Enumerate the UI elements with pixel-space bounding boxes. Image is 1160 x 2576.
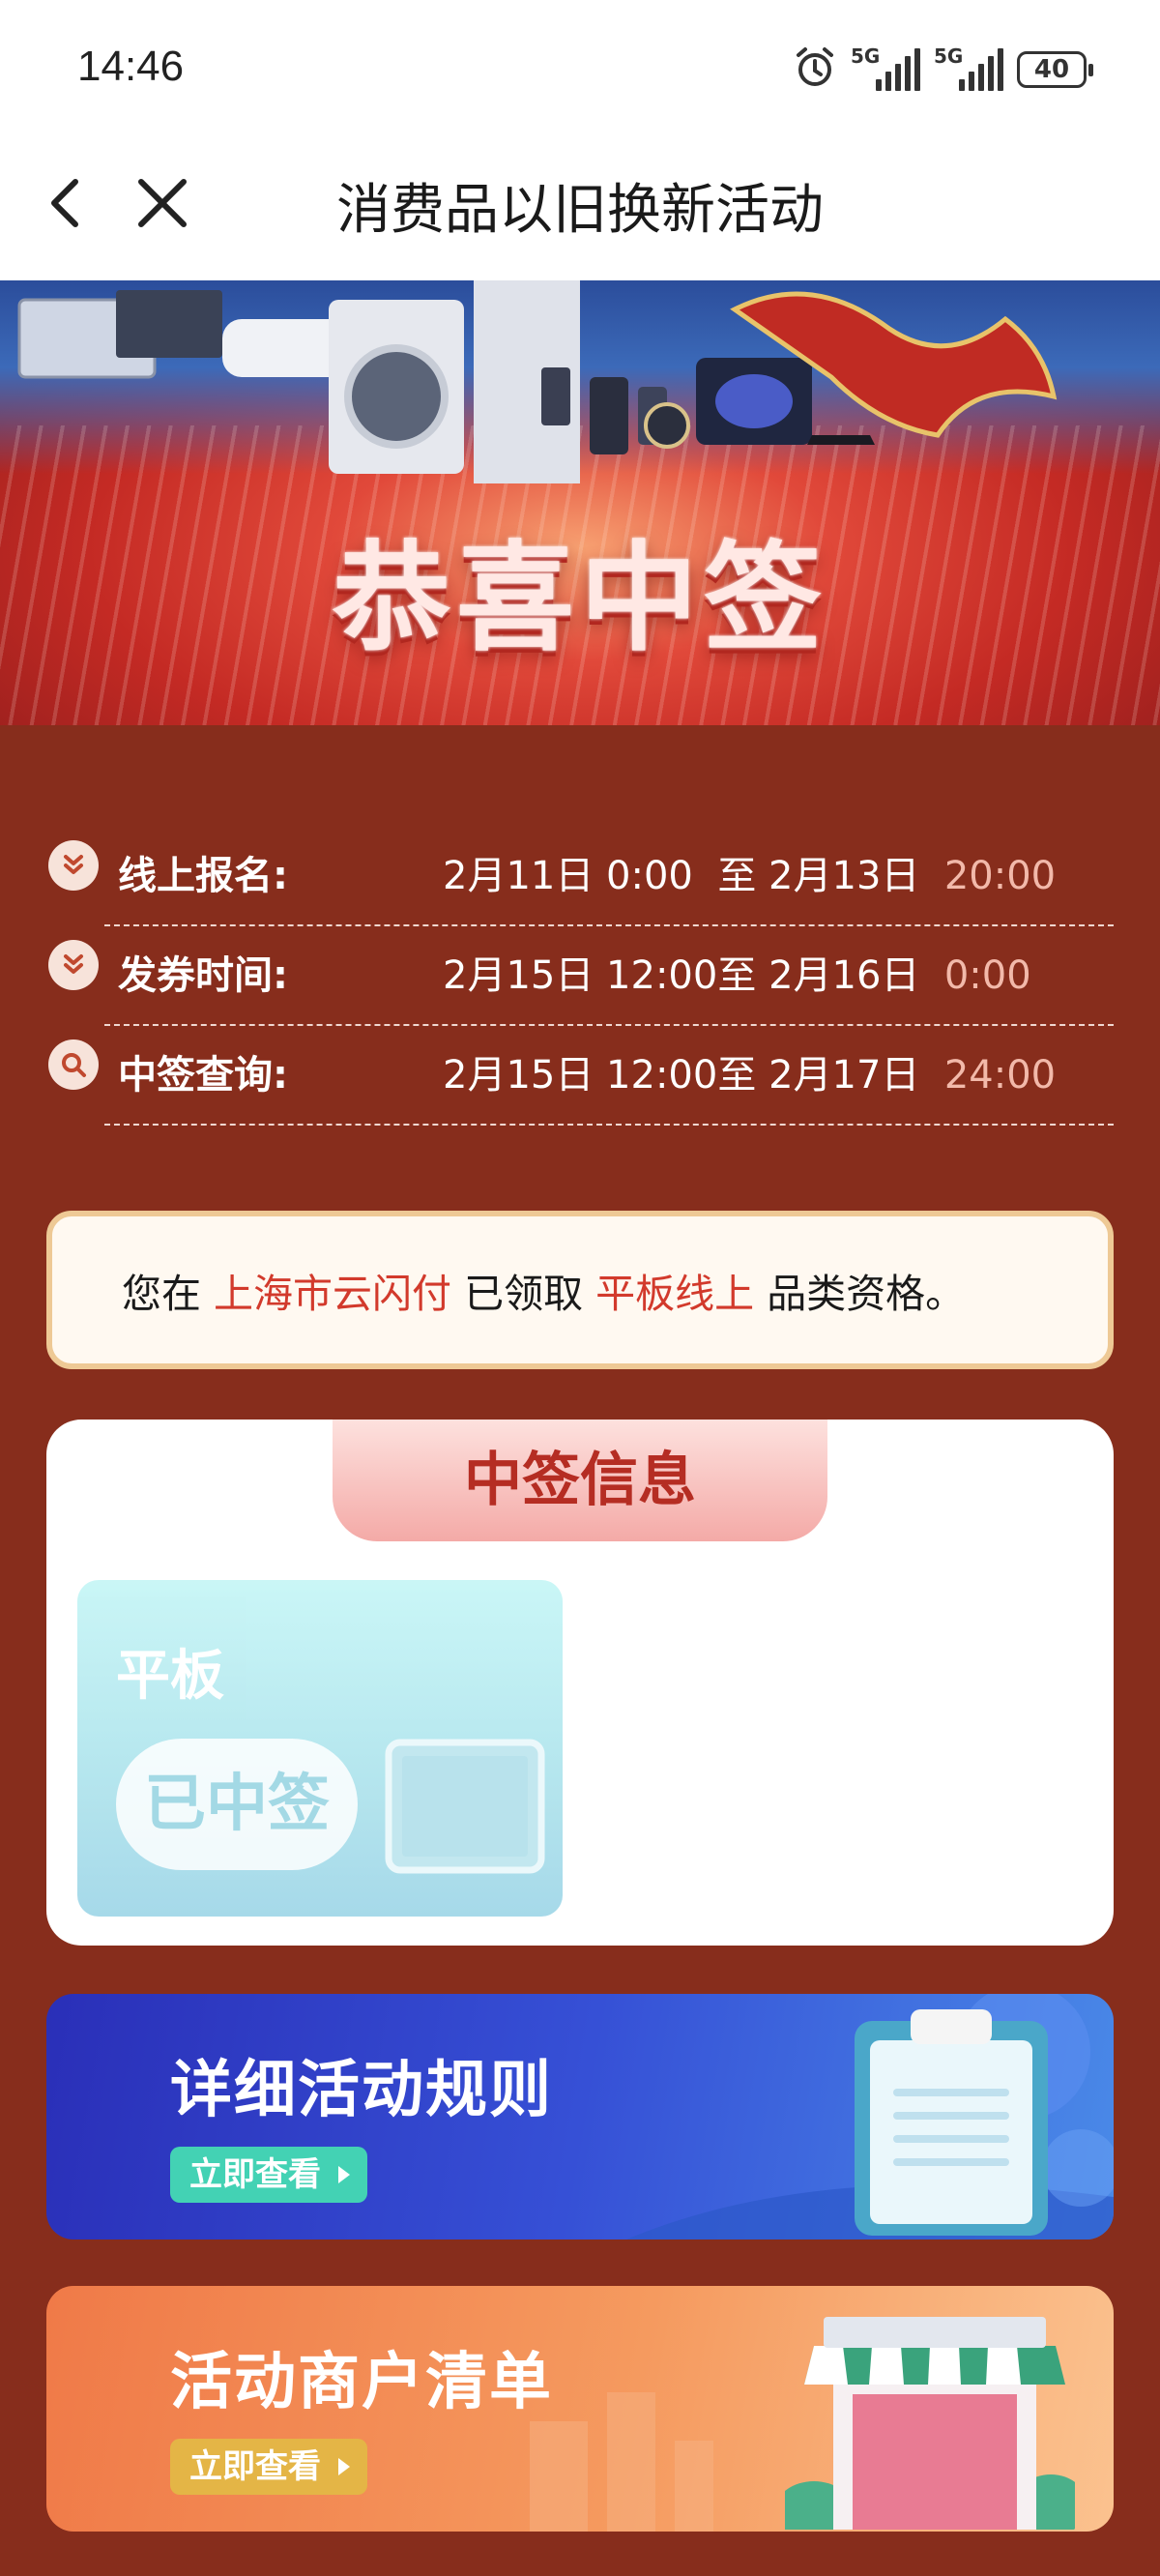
schedule-start: 2月11日 0:00 [443,854,693,898]
schedule-label: 线上报名: [118,854,288,898]
tablet-icon [385,1739,545,1874]
appliances-illustration [17,280,1058,483]
schedule-value: 2月11日 0:00 至 2月13日 20:00 [443,844,1056,900]
rules-view-label: 立即查看 [189,2155,321,2194]
status-icons: 5G 5G 40 [793,44,1093,95]
signal-label: 5G [851,44,881,68]
schedule-start: 2月15日 12:00 [443,1053,718,1098]
merchants-view-label: 立即查看 [189,2447,321,2486]
notice-prefix: 您在 [122,1271,201,1317]
merchant-list-banner[interactable]: 活动商户清单 立即查看 [46,2286,1114,2532]
storefront-icon [785,2317,1075,2530]
banner-headline: 恭喜中签 [333,530,827,667]
schedule-value: 2月15日 12:00至 2月16日 0:00 [443,944,1031,1000]
schedule-label: 中签查询: [118,1053,288,1098]
prize-tile-tablet[interactable]: 平板 已中签 [77,1580,563,1917]
schedule-end-time: 20:00 [943,854,1057,898]
double-chevron-down-icon [48,840,99,891]
status-bar: 14:46 5G 5G 40 [0,0,1160,140]
signal-icon: 5G [934,44,1003,91]
schedule-end-date: 2月17日 [768,1053,920,1098]
status-time: 14:46 [77,43,185,90]
schedule-list: 线上报名: 2月11日 0:00 至 2月13日 20:00 发券时间: 2月1… [44,827,1114,1126]
winning-info-card: 中签信息 平板 已中签 [46,1420,1114,1946]
prize-name: 平板 [116,1645,224,1708]
notice-suffix: 品类资格。 [767,1271,966,1317]
merchants-view-button[interactable]: 立即查看 [170,2439,367,2495]
battery-icon: 40 [1017,51,1093,88]
alarm-icon [793,45,837,94]
schedule-value: 2月15日 12:00至 2月17日 24:00 [443,1043,1056,1099]
schedule-start: 2月15日 12:00 [443,953,718,998]
schedule-label: 发券时间: [118,953,288,998]
schedule-row-query: 中签查询: 2月15日 12:00至 2月17日 24:00 [44,1026,1114,1126]
schedule-end-time: 24:00 [943,1053,1057,1098]
schedule-sep: 至 [717,953,757,998]
qualification-notice: 您在 上海市云闪付 已领取 平板线上 品类资格。 [46,1211,1114,1369]
schedule-end-time: 0:00 [943,953,1031,998]
clipboard-icon [855,2009,1048,2236]
notice-category: 平板线上 [595,1271,755,1317]
play-arrow-icon [338,2458,350,2475]
notice-platform: 上海市云闪付 [214,1271,452,1317]
play-arrow-icon [338,2166,350,2183]
schedule-end-date: 2月13日 [768,854,920,898]
search-icon [48,1039,99,1090]
schedule-sep: 至 [717,854,757,898]
notice-middle: 已领取 [464,1271,584,1317]
schedule-end-date: 2月16日 [768,953,920,998]
signal-label: 5G [934,44,964,68]
schedule-row-issuance: 发券时间: 2月15日 12:00至 2月16日 0:00 [44,926,1114,1026]
signal-icon: 5G [851,44,920,91]
winning-info-title: 中签信息 [333,1420,827,1541]
activity-rules-banner[interactable]: 详细活动规则 立即查看 [46,1994,1114,2239]
merchants-title: 活动商户清单 [170,2347,553,2418]
schedule-sep: 至 [717,1053,757,1098]
double-chevron-down-icon [48,940,99,990]
prize-status-badge: 已中签 [116,1739,358,1870]
hero-banner: 恭喜中签 [0,280,1160,725]
rules-title: 详细活动规则 [170,2055,553,2126]
schedule-row-registration: 线上报名: 2月11日 0:00 至 2月13日 20:00 [44,827,1114,926]
page-title: 消费品以旧换新活动 [336,179,824,242]
rules-view-button[interactable]: 立即查看 [170,2147,367,2203]
